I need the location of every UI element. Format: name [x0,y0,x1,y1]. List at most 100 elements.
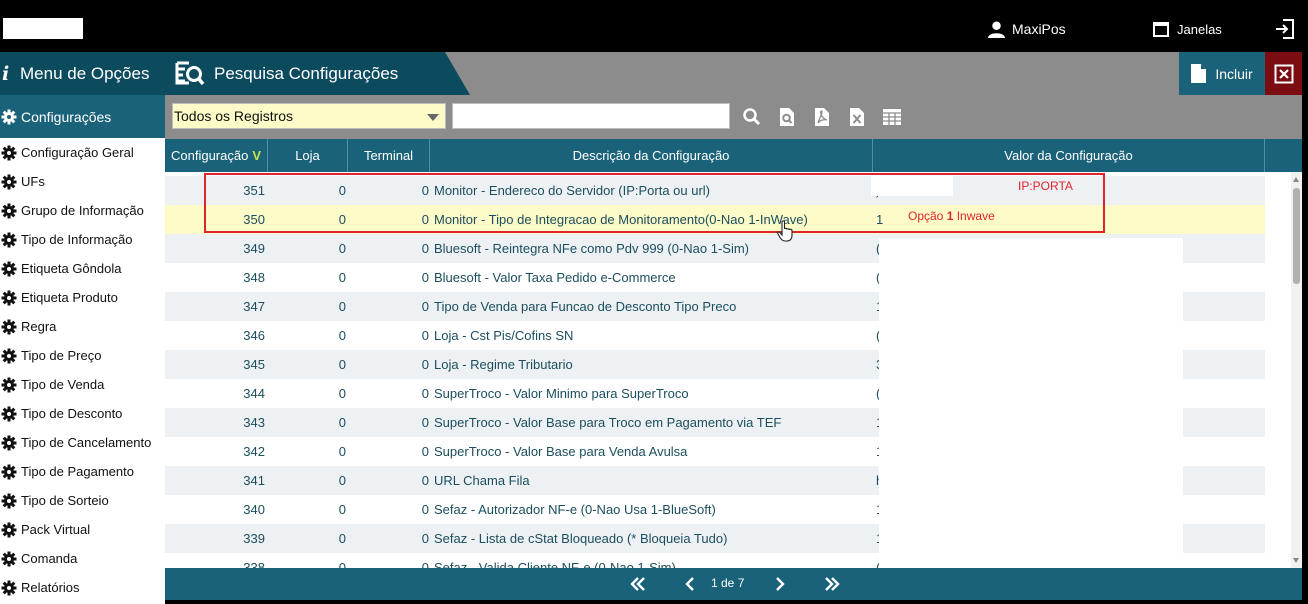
annotation-ip-porta: IP:PORTA [1018,179,1073,193]
table-cell-config: 341 [243,473,265,488]
sidebar-item[interactable]: Etiqueta Produto [0,283,165,312]
info-icon: i [2,62,10,85]
first-page-icon[interactable] [628,574,648,594]
column-header-terminal[interactable]: Terminal [348,139,430,172]
sidebar-item[interactable]: Tipo de Cancelamento [0,428,165,457]
table-cell-descricao: SuperTroco - Valor Base para Troco em Pa… [434,415,782,430]
sidebar-item-label: Etiqueta Produto [21,290,118,305]
sidebar-item-label: Tipo de Desconto [21,406,123,421]
search-input[interactable] [452,103,730,129]
table-cell-loja: 0 [338,328,346,343]
filter-selected-value: Todos os Registros [174,108,294,124]
page-indicator: 1 de 7 [711,576,745,590]
table-cell-config: 346 [243,328,265,343]
search-icon[interactable] [742,107,762,127]
sidebar-item-label: Tipo de Pagamento [21,464,134,479]
scroll-down-arrow[interactable] [1293,558,1299,563]
table-cell-config: 347 [243,299,265,314]
sidebar-item[interactable]: Relatórios [0,573,165,602]
sidebar-item[interactable]: Etiqueta Gôndola [0,254,165,283]
table-cell-loja: 0 [338,473,346,488]
gear-icon [1,261,17,276]
table-cell-config: 345 [243,357,265,372]
filter-bar: Todos os Registros [165,95,1302,139]
sidebar-item-label: Relatórios [21,580,80,595]
gear-icon [1,377,17,392]
close-button[interactable] [1265,52,1302,95]
logout-icon[interactable] [1274,18,1296,40]
table-cell-descricao: Sefaz - Valida Cliente NF-e (0-Nao 1-Sim… [434,560,676,568]
excel-icon[interactable] [847,107,867,127]
sidebar-item[interactable]: Regra [0,312,165,341]
sidebar-item[interactable]: Tipo de Sorteio [0,486,165,515]
main-panel: Pesquisa Configurações Incluir Todos os … [165,52,1302,600]
gear-icon [1,522,17,537]
table-cell-loja: 0 [338,270,346,285]
table-cell-descricao: Sefaz - Lista de cStat Bloqueado (* Bloq… [434,531,728,546]
column-header-valor[interactable]: Valor da Configuração [873,139,1265,172]
table-cell-terminal: 0 [421,560,429,568]
sidebar-title: Menu de Opções [20,63,150,83]
page-title: Pesquisa Configurações [214,63,399,83]
sidebar-item[interactable]: Grupo de Informação [0,196,165,225]
include-label: Incluir [1215,65,1253,82]
grid-columns-icon[interactable] [882,107,902,127]
pdf-icon[interactable] [812,107,832,127]
title-bar: Pesquisa Configurações Incluir [165,52,1302,95]
scroll-thumb[interactable] [1293,188,1300,284]
gear-icon [1,551,17,566]
sidebar-item[interactable]: Pack Virtual [0,515,165,544]
sidebar-item[interactable]: Tipo de Informação [0,225,165,254]
logo-placeholder [3,18,83,39]
gear-icon [1,290,17,305]
table-cell-config: 348 [243,270,265,285]
preview-document-icon[interactable] [777,107,797,127]
sidebar-item-label: Tipo de Informação [21,232,133,247]
sidebar-item[interactable]: Configuração Geral [0,138,165,167]
table-cell-descricao: Bluesoft - Valor Taxa Pedido e-Commerce [434,270,676,285]
sidebar-section-configuracoes[interactable]: Configurações [0,95,165,138]
table-cell-descricao: URL Chama Fila [434,473,530,488]
table-cell-loja: 0 [338,357,346,372]
column-header-loja[interactable]: Loja [268,139,348,172]
gear-icon [1,580,17,595]
vertical-scrollbar[interactable] [1291,172,1302,568]
table-cell-terminal: 0 [421,299,429,314]
table-cell-terminal: 0 [421,386,429,401]
scroll-up-arrow[interactable] [1293,177,1299,182]
table-cell-descricao: Loja - Regime Tributario [434,357,573,372]
table-cell-descricao: Loja - Cst Pis/Cofins SN [434,328,574,343]
table-cell-loja: 0 [338,386,346,401]
column-header-descricao[interactable]: Descrição da Configuração [430,139,873,172]
windows-menu[interactable]: Janelas [1153,19,1222,39]
last-page-icon[interactable] [822,574,842,594]
sidebar-item-label: Tipo de Cancelamento [21,435,152,450]
sidebar-item[interactable]: Tipo de Preço [0,341,165,370]
table-cell-loja: 0 [338,241,346,256]
user-menu[interactable]: MaxiPos [988,19,1066,39]
gear-icon [1,493,17,508]
hand-cursor-icon [777,220,793,242]
table-cell-config: 338 [243,560,265,568]
sidebar-item[interactable]: Tipo de Desconto [0,399,165,428]
sidebar-item[interactable]: Tipo de Venda [0,370,165,399]
table-cell-config: 342 [243,444,265,459]
gear-icon [1,464,17,479]
sidebar: i Menu de Opções Configurações Configura… [0,52,165,604]
table-cell-descricao: SuperTroco - Valor Minimo para SuperTroc… [434,386,689,401]
sidebar-item[interactable]: Tipo de Pagamento [0,457,165,486]
table-cell-descricao: Sefaz - Autorizador NF-e (0-Nao Usa 1-Bl… [434,502,716,517]
sort-indicator: V [252,148,261,163]
gear-icon [1,174,17,189]
table-cell-terminal: 0 [421,241,429,256]
include-button[interactable]: Incluir [1179,52,1265,95]
records-filter-select[interactable]: Todos os Registros [172,103,446,129]
sidebar-item[interactable]: UFs [0,167,165,196]
sidebar-item[interactable]: Comanda [0,544,165,573]
table-cell-config: 343 [243,415,265,430]
table-cell-terminal: 0 [421,473,429,488]
column-header-config[interactable]: Configuração V [165,139,268,172]
previous-page-icon[interactable] [680,574,700,594]
next-page-icon[interactable] [770,574,790,594]
gear-icon [1,319,17,334]
